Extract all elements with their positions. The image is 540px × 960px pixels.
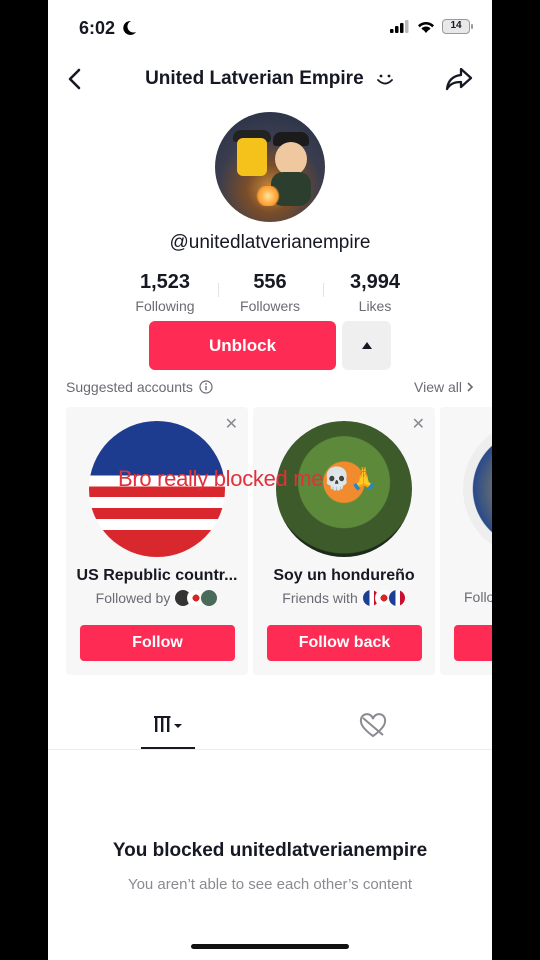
view-all-link[interactable]: View all — [414, 379, 474, 395]
suggested-subtitle-text: Follo — [464, 589, 492, 605]
stat-label: Likes — [358, 298, 392, 314]
dismiss-icon[interactable]: ✕ — [225, 417, 238, 433]
suggested-card[interactable]: ✕ US Republic countr... Followed by Foll… — [66, 407, 248, 675]
caret-up-icon — [361, 342, 372, 349]
profile-handle: @unitedlatverianempire — [169, 232, 371, 253]
mutual-avatar — [387, 589, 406, 607]
status-time: 6:02 — [79, 18, 116, 38]
mutual-avatar — [200, 589, 219, 607]
smile-icon — [377, 74, 393, 85]
follow-back-button[interactable]: Follow back — [267, 625, 422, 661]
stat-following[interactable]: 1,523 Following — [113, 271, 218, 314]
profile-avatar — [215, 112, 325, 222]
liked-heart-icon[interactable] — [358, 713, 388, 739]
stat-followers[interactable]: 556 Followers — [217, 271, 323, 314]
info-icon[interactable] — [199, 380, 213, 394]
stat-value: 1,523 — [139, 271, 191, 293]
page-title-text: United Latverian Empire — [145, 68, 364, 89]
avatar-part — [255, 186, 281, 206]
suggested-subtitle: Friends with — [253, 589, 435, 607]
suggested-subtitle: Follo — [440, 589, 492, 605]
home-indicator[interactable] — [191, 944, 349, 949]
suggested-name: US Republic countr... — [76, 567, 238, 584]
battery-icon: 14 — [442, 19, 473, 34]
suggested-accounts-header: Suggested accounts View all — [66, 379, 474, 399]
suggested-avatar — [463, 421, 492, 557]
suggested-card[interactable]: Follo — [440, 407, 492, 675]
tab-videos[interactable] — [141, 706, 195, 749]
dismiss-icon[interactable]: ✕ — [412, 417, 425, 433]
chevron-right-icon — [467, 382, 474, 392]
profile-header: United Latverian Empire — [48, 60, 492, 100]
suggested-subtitle-text: Followed by — [95, 590, 171, 606]
suggested-subtitle: Followed by — [66, 589, 248, 607]
avatar-part — [237, 138, 267, 176]
follow-button[interactable] — [454, 625, 492, 661]
mutual-avatars — [361, 589, 406, 607]
suggested-title: Suggested accounts — [66, 379, 193, 395]
avatar-part — [275, 142, 307, 176]
share-icon[interactable] — [444, 65, 474, 93]
grid-menu-icon — [154, 716, 182, 732]
content-tabs — [48, 706, 492, 750]
follow-button[interactable]: Follow — [80, 625, 235, 661]
wifi-icon — [418, 21, 434, 33]
suggested-subtitle-text: Friends with — [282, 590, 358, 606]
stat-label: Following — [135, 298, 195, 314]
profile-stats: 1,523 Following 556 Followers 3,994 Like… — [48, 271, 492, 314]
signal-icon — [390, 20, 409, 33]
mutual-avatars — [174, 589, 219, 607]
status-bar: 6:02 14 — [48, 0, 492, 56]
stat-value: 3,994 — [349, 271, 401, 293]
blocked-message-title: You blocked unitedlatverianempire — [112, 840, 428, 861]
profile-actions: Unblock — [149, 321, 391, 370]
suggested-card[interactable]: ✕ Soy un hondureño Friends with Follow b… — [253, 407, 435, 675]
suggested-title-wrap: Suggested accounts — [66, 379, 213, 395]
suggested-name: Soy un hondureño — [273, 567, 415, 584]
unblock-button[interactable]: Unblock — [149, 321, 336, 370]
suggested-cards: ✕ US Republic countr... Followed by Foll… — [66, 407, 492, 675]
caption-overlay: Bro really blocked me💀🙏 — [118, 466, 378, 491]
status-icons: 14 — [390, 19, 473, 34]
view-all-label: View all — [414, 379, 462, 395]
stat-value: 556 — [253, 271, 287, 293]
moon-icon — [123, 20, 136, 35]
page-title: United Latverian Empire — [48, 68, 492, 90]
suggestions-toggle-button[interactable] — [342, 321, 391, 370]
blocked-message-subtitle: You aren’t able to see each other’s cont… — [127, 876, 413, 893]
stat-likes: 3,994 Likes — [322, 271, 428, 314]
profile-screen: 6:02 14 United Latverian Empire @unitedl… — [48, 0, 492, 960]
stat-label: Followers — [240, 298, 300, 314]
